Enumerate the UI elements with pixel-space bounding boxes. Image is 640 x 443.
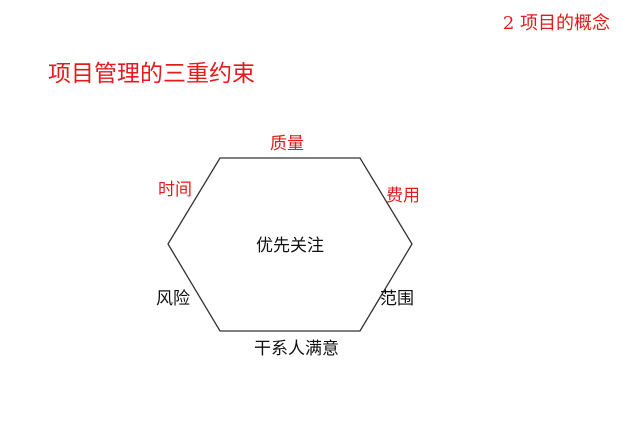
edge-label-quality: 质量 (270, 134, 304, 154)
edge-label-cost: 费用 (386, 186, 420, 206)
edge-label-scope: 范围 (380, 289, 414, 309)
edge-label-stakeholder-satisfaction: 干系人满意 (254, 339, 339, 359)
center-label: 优先关注 (256, 236, 324, 256)
hexagon-diagram (167, 157, 413, 332)
edge-label-time: 时间 (158, 180, 192, 200)
edge-label-risk: 风险 (156, 289, 190, 309)
